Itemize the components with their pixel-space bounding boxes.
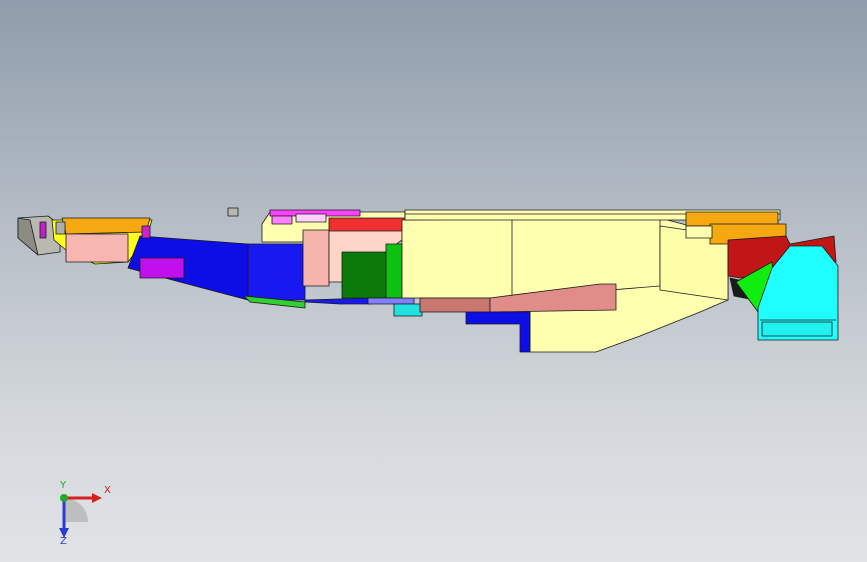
x-arrow-head-icon: [92, 493, 102, 503]
magenta-small[interactable]: [141, 225, 151, 239]
nose-magenta-tab[interactable]: [39, 221, 47, 239]
cyan-small-block[interactable]: [393, 303, 423, 317]
y-axis-label: Y: [60, 480, 67, 491]
triad-shadow-arc: [64, 498, 88, 522]
y-axis-icon: [60, 494, 68, 502]
cyan-tail-window[interactable]: [761, 321, 833, 337]
orientation-triad: X Y Z: [40, 478, 120, 548]
blue-bottom-step[interactable]: [465, 311, 531, 353]
mid-white-strip[interactable]: [295, 213, 327, 223]
left-grey-strip[interactable]: [55, 221, 66, 235]
graphics-viewport[interactable]: X Y Z: [0, 0, 867, 562]
z-axis-label: Z: [60, 536, 67, 547]
left-orange-lid[interactable]: [61, 217, 151, 235]
blue-lavender-strip[interactable]: [367, 297, 415, 305]
salmon-block-left[interactable]: [302, 229, 330, 287]
x-axis-label: X: [104, 485, 111, 496]
bright-green-block[interactable]: [385, 243, 403, 299]
dark-green-block[interactable]: [341, 251, 387, 299]
mid-pink-strip[interactable]: [271, 215, 293, 225]
red-top-band[interactable]: [328, 217, 406, 232]
left-pink-panel[interactable]: [65, 233, 129, 263]
right-cream-grille[interactable]: [685, 225, 713, 239]
small-grey-square[interactable]: [227, 207, 239, 217]
purple-block[interactable]: [139, 257, 185, 279]
3d-model-view[interactable]: [0, 0, 867, 562]
brown-band-left[interactable]: [419, 297, 491, 313]
